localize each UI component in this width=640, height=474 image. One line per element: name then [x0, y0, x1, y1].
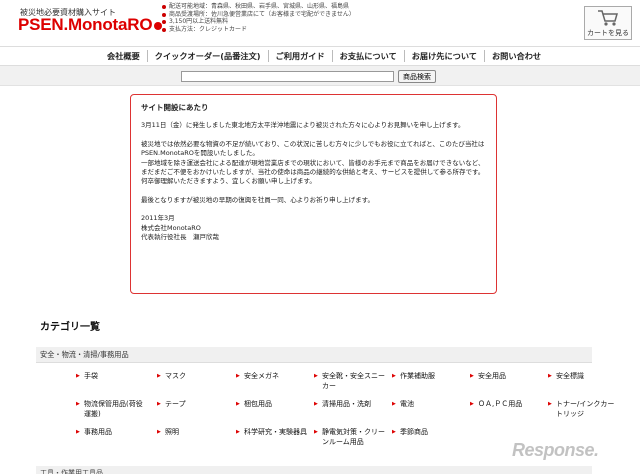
notice-paragraph-request: 何卒御理解いただきますよう、宜しくお願い申し上げます。	[141, 177, 316, 186]
category-link[interactable]: 安全靴・安全スニーカー	[314, 371, 385, 391]
category-link[interactable]: 物流保管用品(荷役運搬)	[76, 399, 143, 419]
category-list-title: カテゴリ一覧	[40, 322, 100, 333]
cart-label: カートを見る	[587, 29, 629, 37]
category-link[interactable]: 手袋	[76, 371, 98, 381]
category-link[interactable]: ＯＡ,ＰＣ用品	[470, 399, 522, 409]
category-link[interactable]: 科学研究・実験器具	[236, 427, 307, 437]
site-logo[interactable]: PSEN.MonotaRO	[18, 15, 163, 35]
category-grid: 手袋 マスク 安全メガネ 安全靴・安全スニーカー 作業補助服 安全用品 安全標識…	[40, 371, 630, 451]
category-link[interactable]: 静電気対策・クリーンルーム用品	[314, 427, 385, 447]
category-link[interactable]: 梱包用品	[236, 399, 272, 409]
category-link[interactable]: トナー/インクカートリッジ	[548, 399, 614, 419]
note-free-shipping: 3,150円以上送料無料	[162, 18, 355, 26]
notice-company: 株式会社MonotaRO	[141, 223, 201, 232]
category-row: 手袋 マスク 安全メガネ 安全靴・安全スニーカー 作業補助服 安全用品 安全標識	[40, 371, 630, 395]
notice-box: サイト開設にあたり 3月11日（金）に発生しました東北地方太平洋沖地震により被災…	[130, 94, 497, 294]
cart-button[interactable]: カートを見る	[584, 6, 632, 40]
nav-delivery[interactable]: お届け先について	[403, 50, 484, 62]
category-link[interactable]: マスク	[157, 371, 186, 381]
category-row: 物流保管用品(荷役運搬) テープ 梱包用品 清掃用品・洗剤 電池 ＯＡ,ＰＣ用品…	[40, 399, 630, 423]
search-bar: 商品検索	[0, 66, 640, 86]
category-link[interactable]: テープ	[157, 399, 186, 409]
category-link[interactable]: 安全メガネ	[236, 371, 279, 381]
notice-paragraph-prayer: 最後となりますが被災地の早期の復興を社員一同、心よりお祈り申し上げます。	[141, 195, 375, 204]
category-link[interactable]: 安全標識	[548, 371, 584, 381]
category-link[interactable]: 事務用品	[76, 427, 112, 437]
main-nav: 会社概要 クイックオーダー(品番注文) ご利用ガイド お支払について お届け先に…	[0, 46, 640, 66]
category-link[interactable]: 照明	[157, 427, 179, 437]
response-watermark: Response.	[512, 440, 599, 460]
category-link[interactable]: 作業補助服	[392, 371, 435, 381]
notice-date: 2011年3月	[141, 214, 175, 223]
notice-paragraph-opening: 被災地では依然必要な物資の不足が続いており、この状況に苦しむ方々に少しでもお役に…	[141, 139, 485, 158]
category-link[interactable]: 清掃用品・洗剤	[314, 399, 371, 409]
category-link[interactable]: 安全用品	[470, 371, 506, 381]
category-section-header-2: 工具・作業用工具品	[36, 466, 592, 474]
notice-paragraph-condolence: 3月11日（金）に発生しました東北地方太平洋沖地震により被災された方々に心よりお…	[141, 121, 465, 130]
cart-icon	[598, 10, 618, 26]
search-button[interactable]: 商品検索	[398, 70, 436, 83]
nav-company[interactable]: 会社概要	[100, 50, 147, 62]
category-section-header: 安全・物流・清掃/事務用品	[36, 347, 592, 363]
nav-contact[interactable]: お問い合わせ	[483, 50, 548, 62]
notice-signer: 代表執行役社長 瀬戸欣哉	[141, 233, 219, 242]
search-input[interactable]	[181, 71, 394, 82]
nav-guide[interactable]: ご利用ガイド	[267, 50, 332, 62]
note-delivery-area: 配送可能地域：青森県、秋田県、岩手県、宮城県、山形県、福島県	[162, 3, 355, 11]
note-payment: 支払方法：クレジットカード	[162, 26, 355, 34]
notice-title: サイト開設にあたり	[141, 103, 209, 112]
nav-payment[interactable]: お支払について	[331, 50, 404, 62]
nav-quick-order[interactable]: クイックオーダー(品番注文)	[146, 50, 268, 62]
category-link[interactable]: 季節商品	[392, 427, 428, 437]
service-notes: 配送可能地域：青森県、秋田県、岩手県、宮城県、山形県、福島県 商品受渡場所：佐川…	[162, 3, 355, 33]
site-header: 被災地必要資材購入サイト PSEN.MonotaRO 配送可能地域：青森県、秋田…	[0, 0, 640, 44]
category-link[interactable]: 電池	[392, 399, 414, 409]
notice-paragraph-delivery: 一部地域を除き運送会社による配達が現地営業店までの現状において、皆様のお手元まで…	[141, 158, 485, 177]
